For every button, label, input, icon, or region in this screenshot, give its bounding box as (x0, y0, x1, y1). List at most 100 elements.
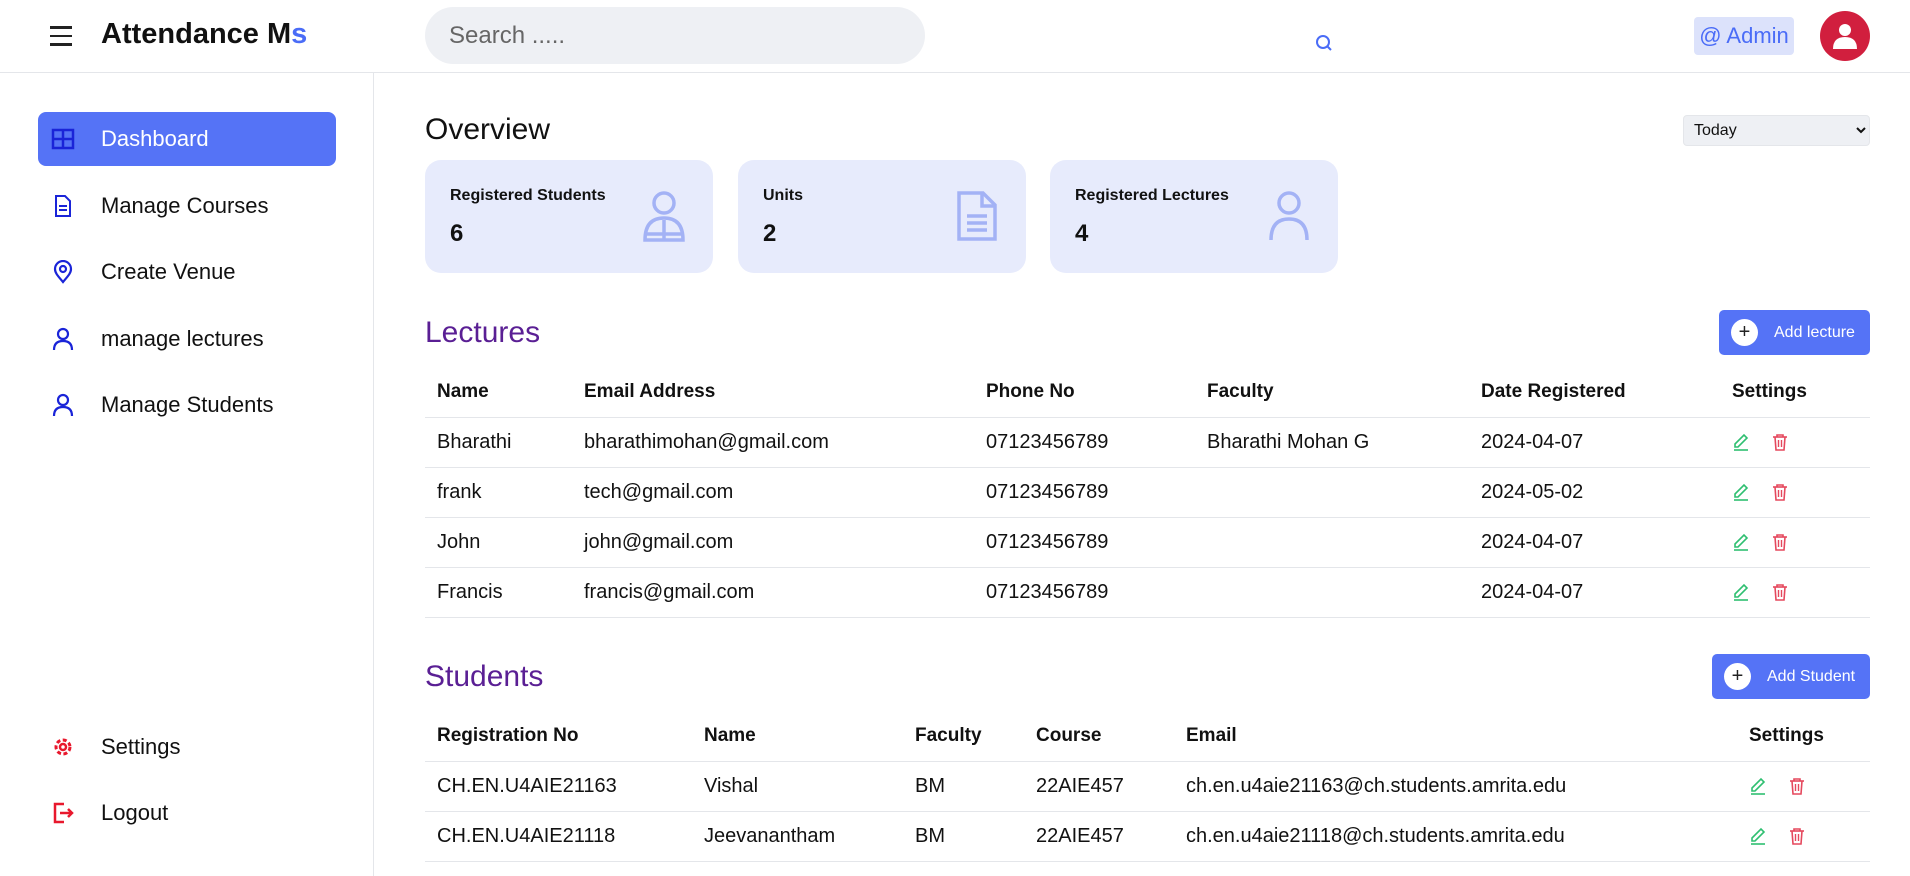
sidebar-item-create-venue[interactable]: Create Venue (38, 245, 336, 299)
delete-icon[interactable] (1788, 777, 1806, 796)
sidebar-item-label: Dashboard (101, 126, 209, 151)
add-lecture-button[interactable]: + Add lecture (1719, 310, 1870, 355)
edit-icon[interactable] (1732, 533, 1750, 552)
column-header: Name (437, 380, 489, 402)
column-header: Registration No (437, 724, 579, 746)
cell: Vishal (692, 760, 903, 811)
column-header: Faculty (915, 724, 982, 746)
students-table: Registration No Name Faculty Course Emai… (425, 711, 1870, 862)
row-actions (1720, 416, 1870, 467)
cell: bharathimohan@gmail.com (572, 416, 974, 467)
table-row: John john@gmail.com 07123456789 2024-04-… (425, 516, 1870, 567)
edit-icon[interactable] (1732, 583, 1750, 602)
sidebar-item-dashboard[interactable]: Dashboard (38, 112, 336, 166)
card-value: 4 (1075, 220, 1089, 247)
add-student-button[interactable]: + Add Student (1712, 654, 1870, 699)
column-header: Date Registered (1481, 380, 1626, 402)
column-header: Settings (1732, 380, 1807, 402)
column-header: Email (1186, 724, 1237, 746)
admin-badge[interactable]: @ Admin (1694, 17, 1794, 55)
cell: Francis (425, 566, 572, 618)
document-icon (957, 191, 997, 241)
search-bar (425, 7, 1345, 64)
cell: CH.EN.U4AIE21163 (425, 760, 692, 811)
delete-icon[interactable] (1771, 483, 1789, 502)
table-row: frank tech@gmail.com 07123456789 2024-05… (425, 466, 1870, 517)
cell: frank (425, 466, 572, 517)
top-bar: Attendance Ms @ Admin (0, 0, 1910, 73)
table-row: CH.EN.U4AIE21118 Jeevanantham BM 22AIE45… (425, 810, 1870, 862)
card-title: Registered Lectures (1075, 187, 1229, 204)
document-icon (55, 195, 71, 217)
cell (1195, 466, 1469, 517)
button-label: Add lecture (1774, 324, 1855, 341)
cell: john@gmail.com (572, 516, 974, 567)
cell: tech@gmail.com (572, 466, 974, 517)
cell: BM (903, 810, 1024, 862)
sidebar-item-manage-students[interactable]: Manage Students (38, 378, 336, 432)
delete-icon[interactable] (1788, 827, 1806, 846)
table-header-row: Name Email Address Phone No Faculty Date… (425, 367, 1870, 417)
cell: 22AIE457 (1024, 760, 1174, 811)
cell: 07123456789 (974, 466, 1195, 517)
stat-card-units: Units 2 (738, 160, 1026, 273)
edit-icon[interactable] (1732, 433, 1750, 452)
edit-icon[interactable] (1732, 483, 1750, 502)
column-header: Name (704, 724, 756, 746)
cell: ch.en.u4aie21163@ch.students.amrita.edu (1174, 760, 1737, 811)
card-value: 6 (450, 220, 464, 247)
cell: Bharathi (425, 416, 572, 467)
sidebar-item-label: manage lectures (101, 326, 264, 351)
cell (1195, 566, 1469, 618)
table-row: Francis francis@gmail.com 07123456789 20… (425, 566, 1870, 618)
delete-icon[interactable] (1771, 583, 1789, 602)
grid-icon (51, 128, 75, 150)
cell: francis@gmail.com (572, 566, 974, 618)
sidebar-item-label: Manage Courses (101, 193, 269, 218)
row-actions (1737, 810, 1870, 862)
cell: 2024-05-02 (1469, 466, 1720, 517)
menu-icon[interactable] (50, 26, 74, 46)
column-header: Course (1036, 724, 1102, 746)
delete-icon[interactable] (1771, 433, 1789, 452)
cell: CH.EN.U4AIE21118 (425, 810, 692, 862)
table-row: CH.EN.U4AIE21163 Vishal BM 22AIE457 ch.e… (425, 760, 1870, 811)
row-actions (1737, 760, 1870, 811)
students-title: Students (425, 660, 544, 693)
sidebar-item-logout[interactable]: Logout (38, 786, 336, 840)
user-avatar-icon (1833, 24, 1857, 49)
column-header: Phone No (986, 380, 1075, 402)
search-icon (1316, 35, 1332, 51)
edit-icon[interactable] (1749, 827, 1767, 846)
table-row: Bharathi bharathimohan@gmail.com 0712345… (425, 416, 1870, 467)
cell (1195, 516, 1469, 567)
user-icon (52, 393, 74, 417)
page-title: Overview (425, 113, 551, 146)
logout-icon (53, 802, 74, 824)
button-label: Add Student (1767, 668, 1856, 685)
cell: BM (903, 760, 1024, 811)
cell: ch.en.u4aie21118@ch.students.amrita.edu (1174, 810, 1737, 862)
card-title: Units (763, 187, 803, 204)
table-header-row: Registration No Name Faculty Course Emai… (425, 711, 1870, 761)
cell: John (425, 516, 572, 567)
sidebar-item-settings[interactable]: Settings (38, 720, 336, 774)
period-select[interactable]: Today (1683, 115, 1870, 146)
avatar[interactable] (1820, 11, 1870, 61)
delete-icon[interactable] (1771, 533, 1789, 552)
cell: 22AIE457 (1024, 810, 1174, 862)
column-header: Settings (1749, 724, 1824, 746)
sidebar-item-manage-lectures[interactable]: manage lectures (38, 312, 336, 366)
sidebar-item-manage-courses[interactable]: Manage Courses (38, 179, 336, 233)
sidebar-item-label: Create Venue (101, 259, 236, 284)
gear-icon (54, 738, 72, 756)
plus-icon: + (1724, 663, 1751, 690)
cell: 07123456789 (974, 416, 1195, 467)
row-actions (1720, 466, 1870, 517)
search-input[interactable] (449, 17, 849, 54)
app-title: Attendance Ms (101, 18, 308, 50)
edit-icon[interactable] (1749, 777, 1767, 796)
sidebar-item-label: Logout (101, 800, 169, 825)
stat-card-lectures: Registered Lectures 4 (1050, 160, 1338, 273)
search-button[interactable] (1303, 22, 1345, 64)
